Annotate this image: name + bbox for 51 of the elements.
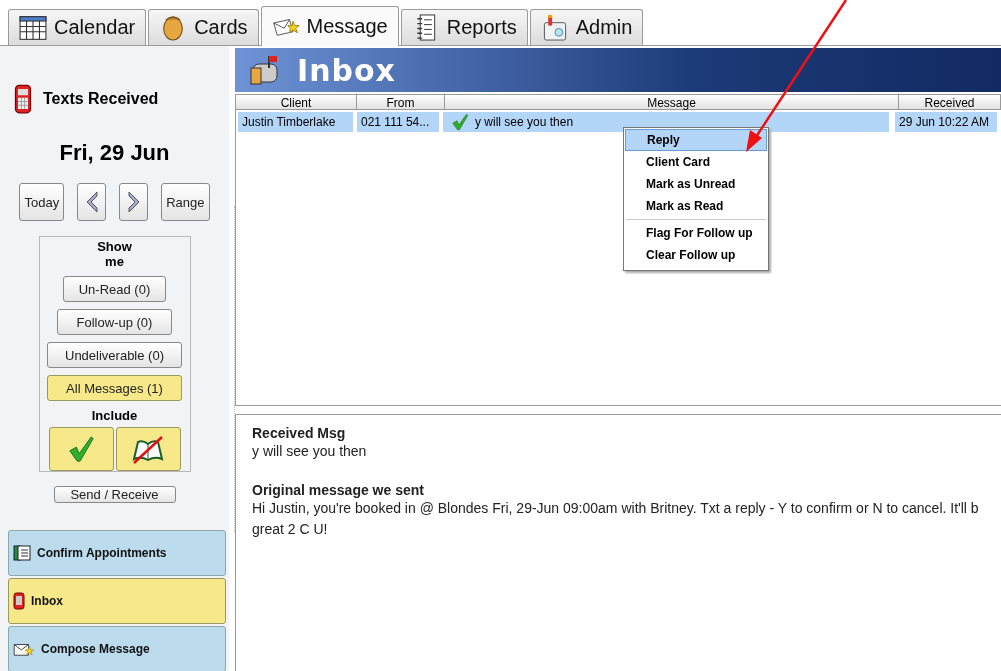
previous-button[interactable] — [77, 183, 107, 221]
tab[interactable]: Message — [260, 6, 399, 46]
include-title: Include — [91, 408, 138, 423]
phone-icon — [13, 592, 25, 610]
date-button[interactable]: Today — [19, 183, 65, 221]
phone-icon — [13, 84, 33, 114]
filter-button[interactable]: All Messages (1) — [46, 375, 183, 401]
menu-item[interactable]: Mark as Read — [625, 195, 767, 217]
tab[interactable]: Admin — [529, 9, 644, 45]
chevron-left-icon — [84, 191, 99, 213]
filter-button[interactable]: Un-Read (0) — [63, 276, 166, 302]
table-cell: 29 Jun 10:22 AM — [895, 112, 997, 132]
menu-item[interactable]: Flag For Follow up — [625, 222, 767, 244]
menu-item[interactable]: Client Card — [625, 151, 767, 173]
chevron-right-icon — [126, 191, 141, 213]
crossed-book-icon — [131, 434, 165, 464]
column-header[interactable]: Client — [236, 94, 357, 110]
nav-button[interactable]: Confirm Appointments — [8, 530, 226, 576]
unbooked-toggle[interactable] — [115, 427, 181, 471]
send-receive-button[interactable]: Send / Receive — [53, 486, 176, 503]
section-heading: Original message we sent — [252, 482, 425, 498]
tab[interactable]: Calendar — [8, 9, 147, 45]
menu-item[interactable]: Clear Follow up — [625, 244, 767, 266]
calendar-icon — [19, 14, 47, 41]
filter-title: Show me — [96, 239, 133, 269]
inbox-title: Inbox — [297, 52, 396, 88]
filter-button[interactable]: Follow-up (0) — [56, 309, 173, 335]
next-button[interactable] — [119, 183, 149, 221]
table-cell: 021 111 54... — [357, 112, 439, 132]
tab[interactable]: Reports — [400, 9, 528, 45]
envelope-star-icon — [13, 641, 35, 657]
table-cell-text: y will see you then — [475, 114, 574, 131]
message-text: Hi Justin, you're booked in @ Blondes Fri, 29-Jun 09:00am with Britney. Txt a reply - Y to confirm or N to cancel. It'll b great 2 C U! — [252, 499, 980, 539]
tab[interactable]: Cards — [148, 9, 259, 45]
checkmark-icon — [67, 435, 95, 463]
confirmed-toggle[interactable] — [48, 427, 114, 471]
section-heading: Received Msg — [252, 425, 347, 441]
date-button[interactable]: Range — [161, 183, 210, 221]
book-icon — [13, 544, 31, 562]
date-label: Fri, 29 Jun — [59, 140, 170, 166]
column-header[interactable]: Message — [445, 94, 899, 110]
table-cell: Justin Timberlake — [238, 112, 353, 132]
column-header[interactable]: Received — [899, 94, 1001, 110]
menu-item[interactable]: Reply — [625, 129, 767, 151]
menu-item[interactable]: Mark as Unread — [625, 173, 767, 195]
column-header[interactable]: From — [357, 94, 445, 110]
message-text: y will see you then — [252, 442, 368, 461]
filter-button[interactable]: Undeliverable (0) — [46, 342, 183, 368]
nav-button[interactable]: Compose Message — [8, 626, 226, 671]
nav-button[interactable]: Inbox — [8, 578, 226, 624]
panel-heading: Texts Received — [43, 90, 159, 108]
